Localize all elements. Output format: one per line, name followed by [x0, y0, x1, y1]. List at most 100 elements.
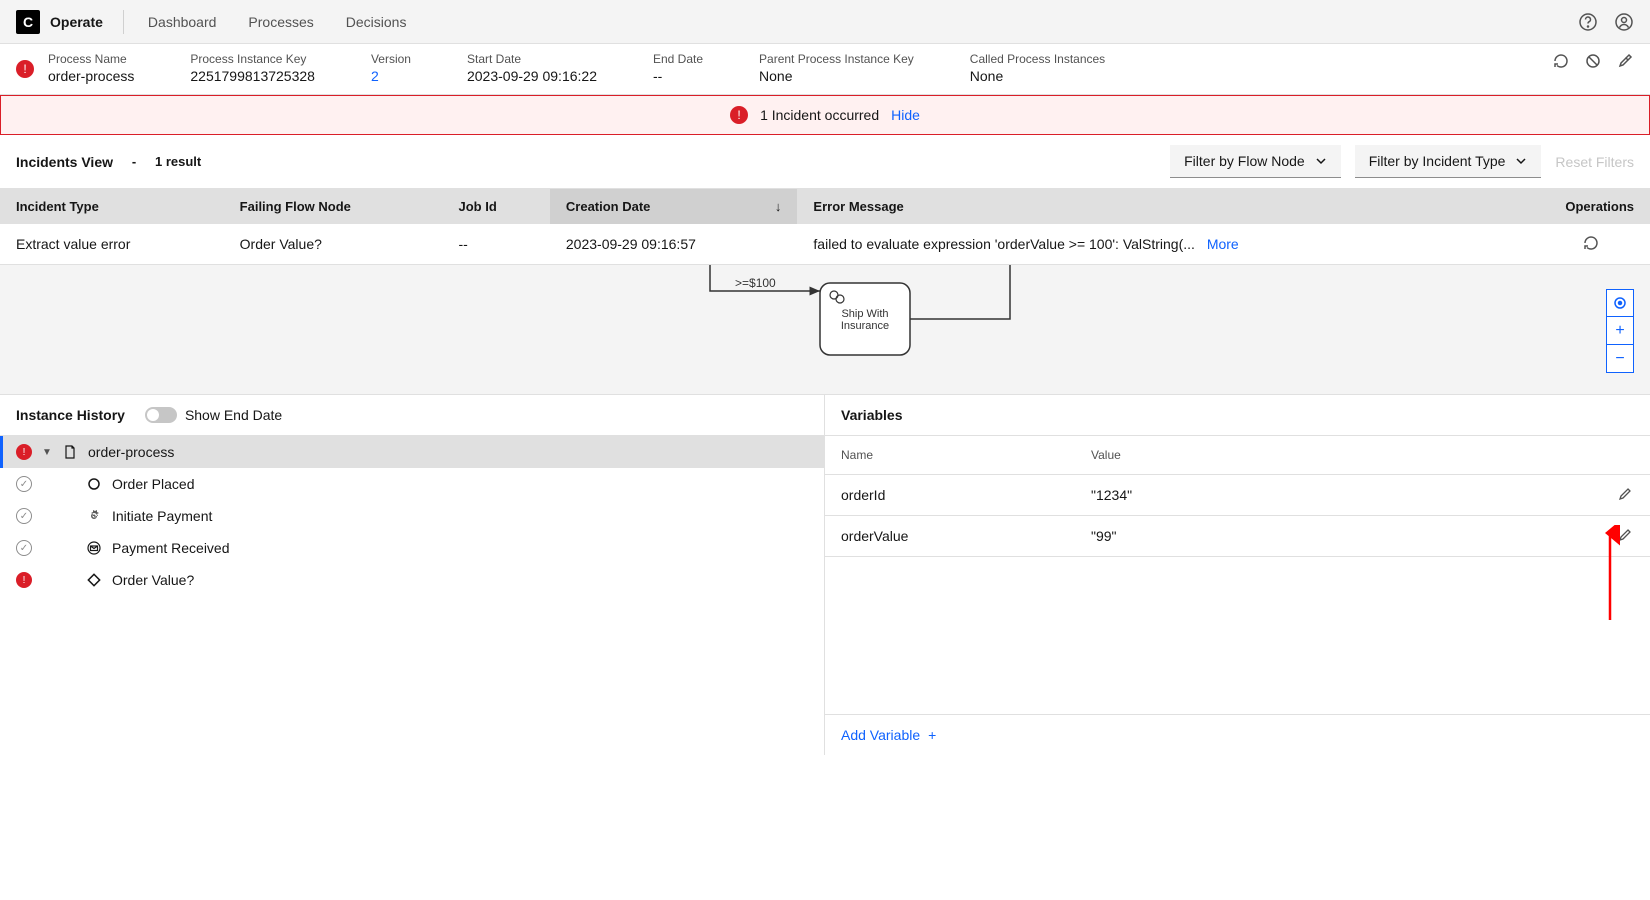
- tree-row-order-value[interactable]: ! Order Value?: [0, 564, 824, 596]
- ok-status-icon: ✓: [16, 508, 32, 524]
- filter-incident-type-button[interactable]: Filter by Incident Type: [1355, 145, 1542, 178]
- incidents-bar: Incidents View - 1 result Filter by Flow…: [0, 135, 1650, 189]
- variables-title: Variables: [841, 407, 903, 423]
- var-value: "1234": [1091, 487, 1618, 503]
- instance-key-label: Process Instance Key: [190, 52, 315, 66]
- variable-row: orderValue "99": [825, 516, 1650, 557]
- chevron-down-icon: [1315, 155, 1327, 167]
- process-name-label: Process Name: [48, 52, 134, 66]
- retry-icon[interactable]: [1552, 52, 1570, 70]
- app-logo: C: [16, 10, 40, 34]
- ok-status-icon: ✓: [16, 476, 32, 492]
- cancel-icon[interactable]: [1584, 52, 1602, 70]
- brand-name: Operate: [50, 14, 103, 30]
- show-end-date-toggle[interactable]: [145, 407, 177, 423]
- instance-history-title: Instance History: [16, 407, 125, 423]
- col-failing-node[interactable]: Failing Flow Node: [224, 189, 443, 224]
- banner-hide-link[interactable]: Hide: [891, 107, 920, 123]
- parent-value: None: [759, 68, 914, 84]
- ok-status-icon: ✓: [16, 540, 32, 556]
- var-name: orderId: [841, 487, 1091, 503]
- cell-created: 2023-09-29 09:16:57: [550, 224, 798, 265]
- nav-dashboard[interactable]: Dashboard: [148, 14, 217, 30]
- called-value: None: [970, 68, 1105, 84]
- sort-desc-icon: ↓: [775, 199, 782, 214]
- cell-type: Extract value error: [0, 224, 224, 265]
- row-retry-icon[interactable]: [1582, 234, 1600, 252]
- bpmn-diagram[interactable]: >=$100 Ship With Insurance + −: [0, 265, 1650, 395]
- tree-label: Order Placed: [112, 476, 194, 492]
- tree-label: Initiate Payment: [112, 508, 212, 524]
- col-operations[interactable]: Operations: [1496, 189, 1650, 224]
- tree-label: order-process: [88, 444, 174, 460]
- process-name-value: order-process: [48, 68, 134, 84]
- col-job-id[interactable]: Job Id: [443, 189, 550, 224]
- error-status-icon: !: [16, 572, 32, 588]
- tree-label: Payment Received: [112, 540, 230, 556]
- banner-text: 1 Incident occurred: [760, 107, 879, 123]
- instance-history-pane: Instance History Show End Date ! ▼ order…: [0, 395, 825, 755]
- cell-jobid: --: [443, 224, 550, 265]
- add-variable-button[interactable]: Add Variable +: [825, 714, 1650, 755]
- svg-text:Ship With: Ship With: [841, 308, 888, 320]
- gear-icon: [86, 508, 102, 524]
- end-date-label: End Date: [653, 52, 703, 66]
- col-error-message[interactable]: Error Message: [797, 189, 1496, 224]
- incident-banner: ! 1 Incident occurred Hide: [0, 95, 1650, 135]
- parent-label: Parent Process Instance Key: [759, 52, 914, 66]
- start-date-label: Start Date: [467, 52, 597, 66]
- svg-text:Insurance: Insurance: [841, 320, 889, 332]
- chevron-down-icon: [1515, 155, 1527, 167]
- var-name: orderValue: [841, 528, 1091, 544]
- error-more-link[interactable]: More: [1207, 236, 1239, 252]
- variables-header: Name Value: [825, 436, 1650, 475]
- edit-icon[interactable]: [1618, 487, 1634, 503]
- diagram-svg: >=$100 Ship With Insurance: [0, 265, 1100, 395]
- called-label: Called Process Instances: [970, 52, 1105, 66]
- col-creation-date[interactable]: Creation Date ↓: [550, 189, 798, 224]
- tree-row-order-placed[interactable]: ✓ Order Placed: [0, 468, 824, 500]
- tree-row-initiate-payment[interactable]: ✓ Initiate Payment: [0, 500, 824, 532]
- bottom-split: Instance History Show End Date ! ▼ order…: [0, 395, 1650, 755]
- modify-icon[interactable]: [1616, 52, 1634, 70]
- zoom-in-button[interactable]: +: [1606, 317, 1634, 345]
- filter-type-label: Filter by Incident Type: [1369, 153, 1506, 169]
- tree-row-payment-received[interactable]: ✓ Payment Received: [0, 532, 824, 564]
- zoom-reset-button[interactable]: [1606, 289, 1634, 317]
- incident-row[interactable]: Extract value error Order Value? -- 2023…: [0, 224, 1650, 265]
- col-incident-type[interactable]: Incident Type: [0, 189, 224, 224]
- instance-key-value: 2251799813725328: [190, 68, 315, 84]
- incidents-table: Incident Type Failing Flow Node Job Id C…: [0, 189, 1650, 265]
- banner-alert-icon: !: [730, 106, 748, 124]
- filter-flow-node-button[interactable]: Filter by Flow Node: [1170, 145, 1341, 178]
- zoom-out-button[interactable]: −: [1606, 345, 1634, 373]
- zoom-controls: + −: [1606, 289, 1634, 373]
- version-value[interactable]: 2: [371, 68, 411, 84]
- caret-down-icon[interactable]: ▼: [42, 447, 52, 458]
- incidents-dash: -: [121, 154, 147, 169]
- help-icon[interactable]: [1578, 12, 1598, 32]
- tree-label: Order Value?: [112, 572, 194, 588]
- var-col-name: Name: [841, 448, 1091, 462]
- reset-filters-link[interactable]: Reset Filters: [1555, 154, 1634, 170]
- message-icon: [86, 540, 102, 556]
- filter-flow-label: Filter by Flow Node: [1184, 153, 1305, 169]
- edit-icon[interactable]: [1618, 528, 1634, 544]
- incidents-count: 1 result: [155, 154, 201, 169]
- target-icon: [1613, 296, 1627, 310]
- incident-badge-icon: !: [16, 60, 34, 78]
- gateway-icon: [86, 572, 102, 588]
- cell-node: Order Value?: [224, 224, 443, 265]
- cell-error: failed to evaluate expression 'orderValu…: [797, 224, 1496, 265]
- tree-row-root[interactable]: ! ▼ order-process: [0, 436, 824, 468]
- divider: [123, 10, 124, 34]
- plus-icon: +: [928, 727, 936, 743]
- variables-pane: Variables Name Value orderId "1234" orde…: [825, 395, 1650, 755]
- start-date-value: 2023-09-29 09:16:22: [467, 68, 597, 84]
- var-value: "99": [1091, 528, 1618, 544]
- nav-processes[interactable]: Processes: [248, 14, 313, 30]
- version-label: Version: [371, 52, 411, 66]
- nav-decisions[interactable]: Decisions: [346, 14, 407, 30]
- user-icon[interactable]: [1614, 12, 1634, 32]
- document-icon: [62, 444, 78, 460]
